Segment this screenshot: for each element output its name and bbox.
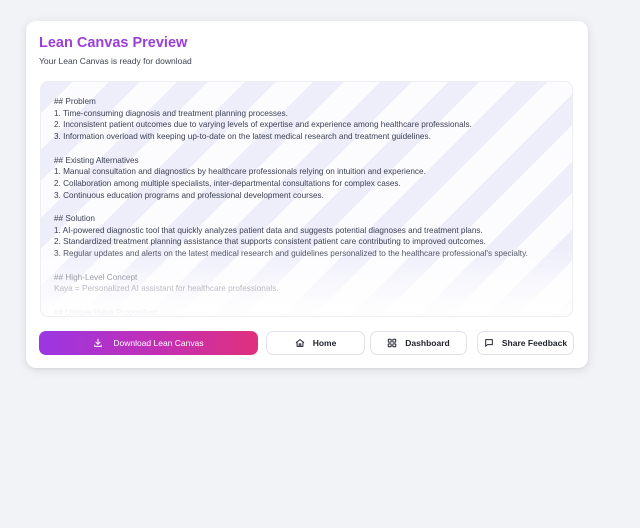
dashboard-grid-icon bbox=[387, 338, 397, 348]
home-button-label: Home bbox=[312, 338, 337, 348]
download-icon bbox=[93, 338, 103, 348]
home-button[interactable]: Home bbox=[266, 331, 365, 355]
page-title: Lean Canvas Preview bbox=[39, 35, 188, 51]
share-feedback-button-label: Share Feedback bbox=[501, 338, 568, 348]
dashboard-button-label: Dashboard bbox=[405, 338, 450, 348]
share-feedback-button[interactable]: Share Feedback bbox=[477, 331, 574, 355]
lean-canvas-card: Lean Canvas Preview Your Lean Canvas is … bbox=[26, 21, 588, 368]
lean-canvas-preview-panel[interactable]: ## Problem 1. Time-consuming diagnosis a… bbox=[40, 81, 573, 317]
download-button-label: Download Lean Canvas bbox=[113, 338, 204, 348]
page-subtitle: Your Lean Canvas is ready for download bbox=[39, 56, 192, 66]
dashboard-button[interactable]: Dashboard bbox=[370, 331, 467, 355]
download-lean-canvas-button[interactable]: Download Lean Canvas bbox=[39, 331, 258, 355]
home-icon bbox=[295, 338, 305, 348]
message-square-icon bbox=[484, 338, 494, 348]
lean-canvas-preview-text: ## Problem 1. Time-consuming diagnosis a… bbox=[54, 97, 528, 317]
